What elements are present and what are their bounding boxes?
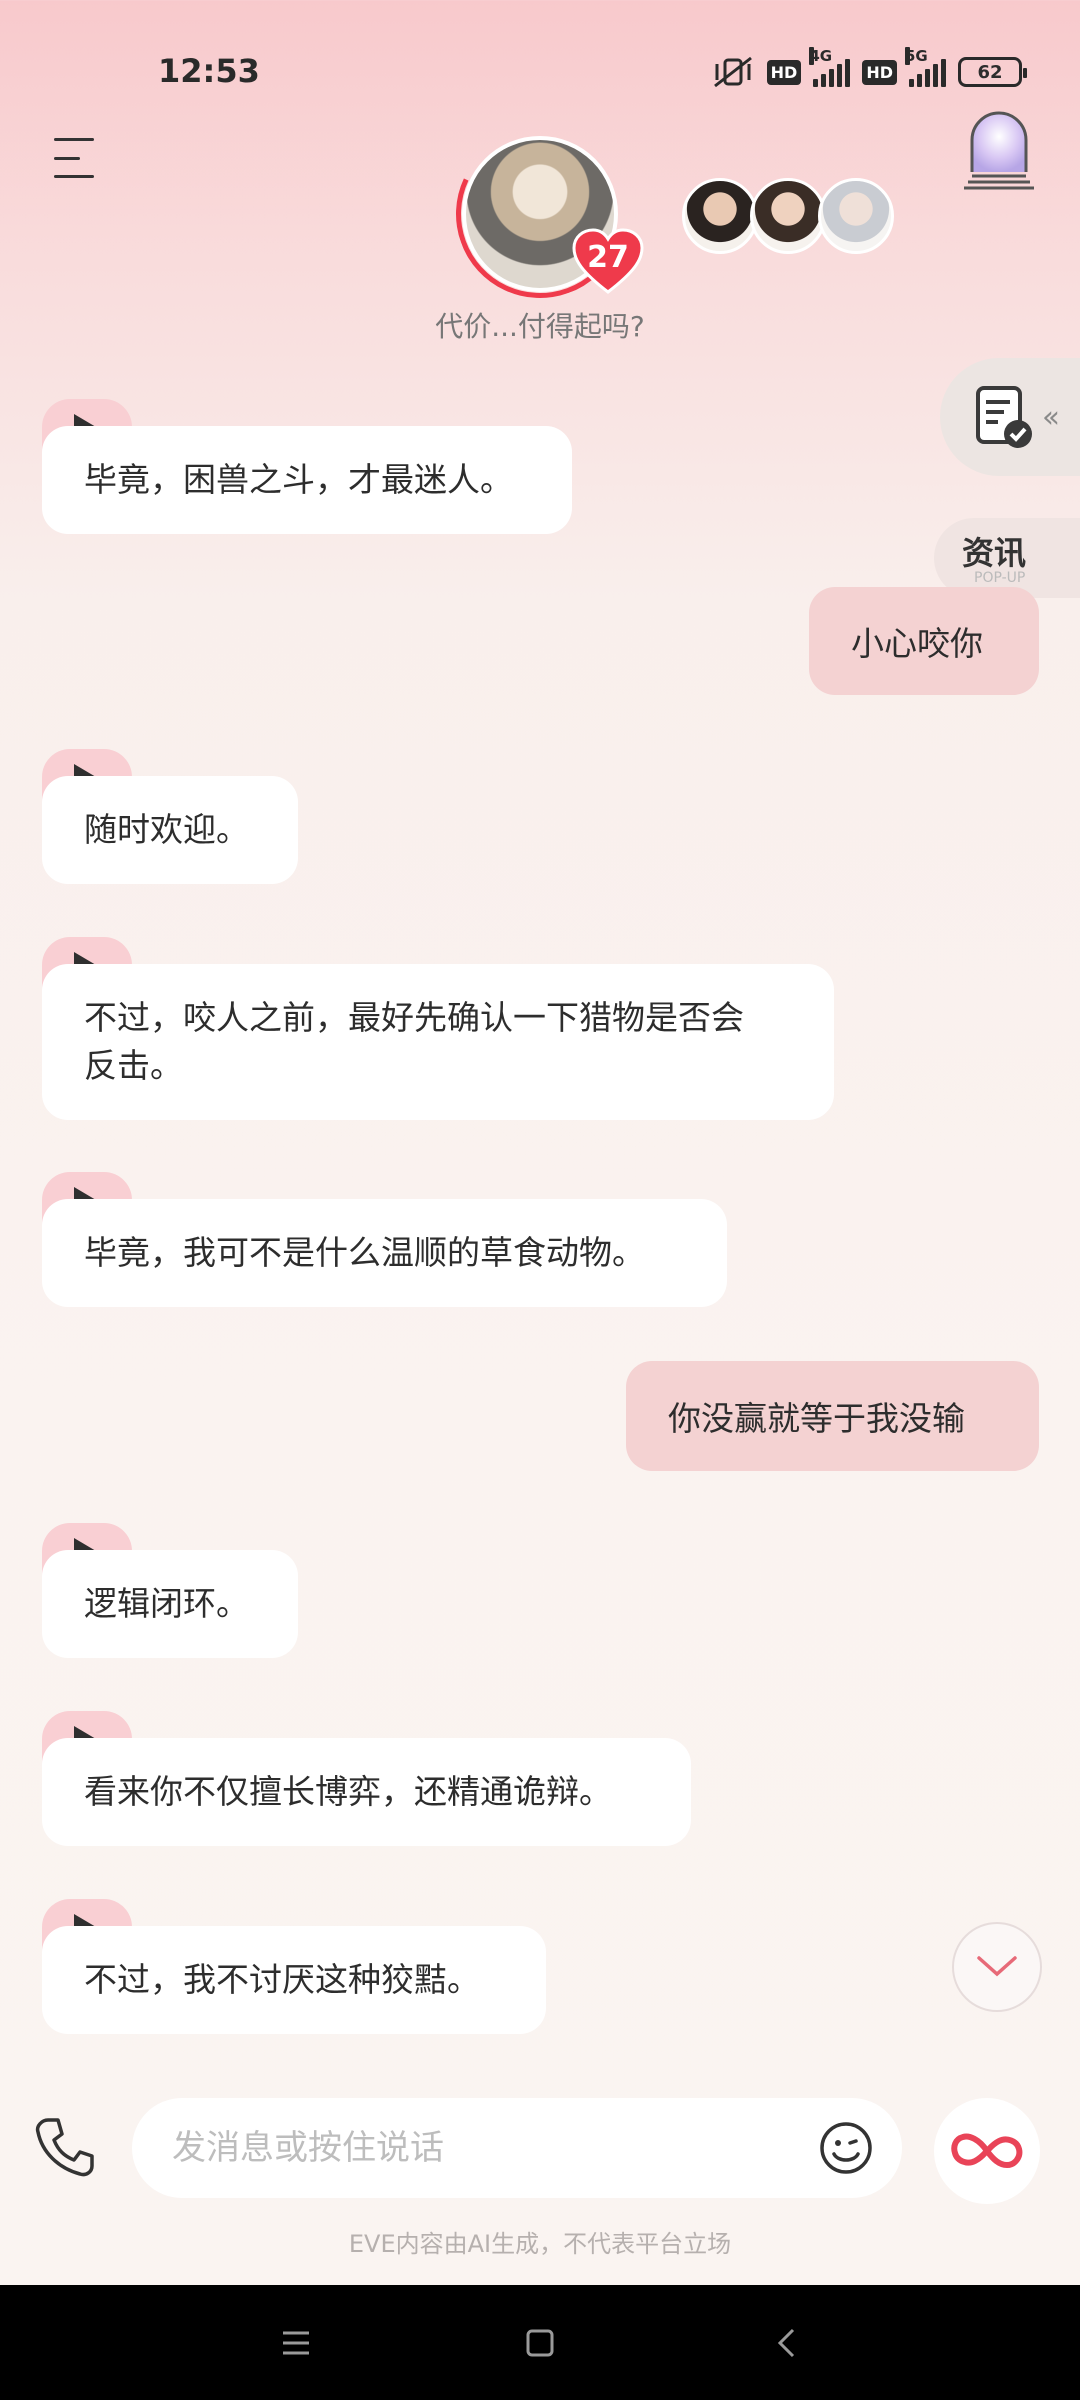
news-sublabel: POP-UP (974, 570, 1026, 586)
ai-mode-button[interactable] (934, 2098, 1040, 2204)
emoji-icon[interactable] (818, 2120, 874, 2176)
news-popup-button[interactable]: 资讯 POP-UP (934, 518, 1080, 598)
friend-avatar[interactable] (818, 178, 894, 254)
scroll-to-bottom-button[interactable] (952, 1922, 1042, 2012)
home-square-icon (526, 2329, 554, 2357)
battery-icon: 62 (958, 57, 1027, 87)
ai-message[interactable]: 随时欢迎。 (42, 776, 298, 884)
character-tagline: 代价...付得起吗? (435, 310, 645, 343)
mute-vibrate-icon (713, 56, 752, 88)
ai-message[interactable]: 不过，咬人之前，最好先确认一下猎物是否会反击。 (42, 964, 834, 1120)
message-input[interactable] (172, 2098, 792, 2198)
phone-call-icon[interactable] (34, 2116, 96, 2178)
hd-badge-2: HD (862, 59, 897, 85)
task-list-button[interactable]: ‹‹ (940, 358, 1080, 476)
user-message[interactable]: 小心咬你 (809, 587, 1039, 695)
signal-5g-icon: 5G (905, 47, 946, 87)
menu-button[interactable] (54, 138, 100, 178)
menu-icon (283, 2331, 309, 2355)
other-characters[interactable] (682, 178, 894, 254)
ai-disclaimer: EVE内容由AI生成，不代表平台立场 (348, 2230, 732, 2258)
signal-4g-icon: 4G (809, 47, 851, 87)
infinity-icon (951, 2133, 1023, 2168)
ai-message[interactable]: 看来你不仅擅长博弈，还精通诡辩。 (42, 1738, 691, 1846)
ai-message[interactable]: 毕竟，困兽之斗，才最迷人。 (42, 426, 572, 534)
intimacy-level: 27 (587, 240, 629, 275)
status-icons: HD 4G HD 5G 62 (711, 47, 1027, 90)
news-label: 资讯 (962, 534, 1027, 572)
intimacy-heart-badge[interactable]: 27 (572, 228, 644, 294)
system-nav-bar (0, 2285, 1080, 2400)
message-input-box[interactable] (132, 2098, 902, 2198)
status-bar: 12:53 HD 4G HD 5G 62 (0, 0, 1080, 140)
back-chevron-icon (777, 2328, 795, 2358)
ai-message[interactable]: 不过，我不讨厌这种狡黠。 (42, 1926, 546, 2034)
collapse-chevron-icon: ‹‹ (1042, 399, 1060, 435)
recent-apps-button[interactable] (266, 2313, 326, 2373)
friend-avatar[interactable] (750, 178, 826, 254)
user-message[interactable]: 你没赢就等于我没输 (626, 1361, 1039, 1471)
status-time: 12:53 (158, 52, 260, 90)
back-button[interactable] (756, 2313, 816, 2373)
checklist-icon (976, 386, 1032, 448)
home-button[interactable] (510, 2313, 570, 2373)
chevron-down-icon (977, 1956, 1017, 1977)
hd-badge: HD (766, 59, 802, 85)
friend-avatar[interactable] (682, 178, 758, 254)
ai-message[interactable]: 逻辑闭环。 (42, 1550, 298, 1658)
portal-door-icon[interactable] (962, 110, 1036, 190)
ai-message[interactable]: 毕竟，我可不是什么温顺的草食动物。 (42, 1199, 727, 1307)
